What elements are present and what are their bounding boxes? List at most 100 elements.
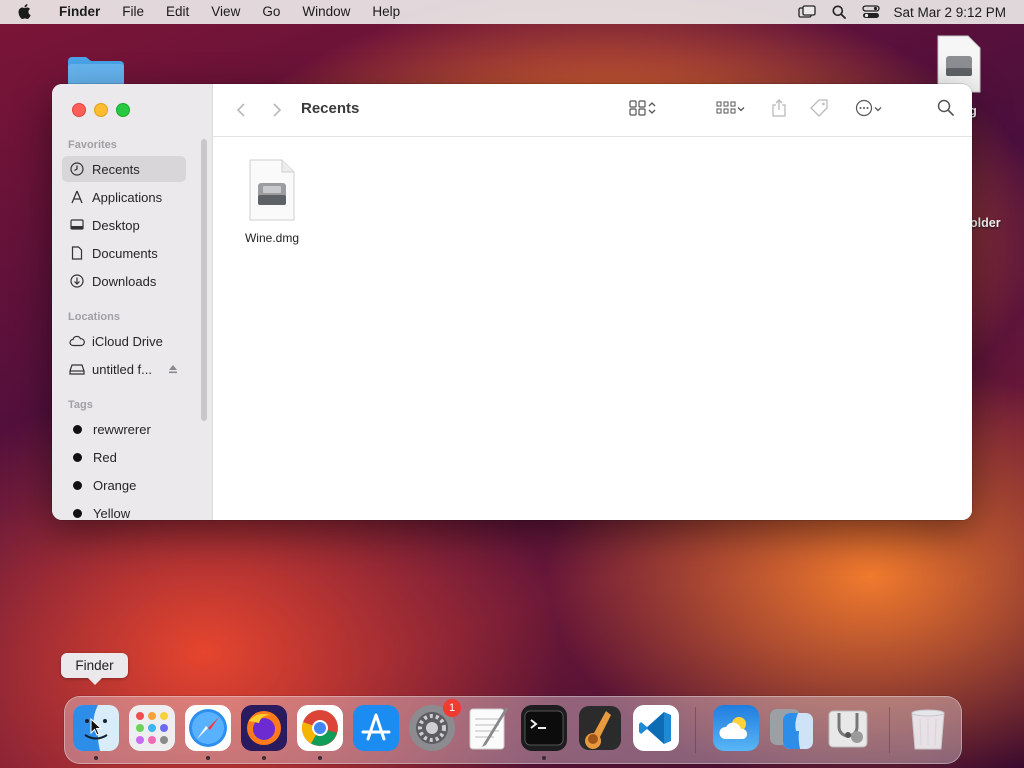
sidebar-item-downloads[interactable]: Downloads <box>62 268 186 294</box>
chevron-down-icon <box>736 101 746 119</box>
sidebar-header-tags: Tags <box>68 399 93 411</box>
ellipsis-circle-icon <box>855 99 873 122</box>
running-indicator <box>206 756 210 760</box>
vscode-icon <box>639 712 671 744</box>
menu-file[interactable]: File <box>111 0 155 24</box>
sidebar-item-label: Downloads <box>92 273 157 289</box>
grid-view-icon <box>629 99 647 121</box>
chevron-down-icon <box>873 101 883 119</box>
minimize-button[interactable] <box>94 103 108 117</box>
running-indicator <box>94 756 98 760</box>
more-actions-button[interactable] <box>849 99 889 122</box>
dock-app-garageband[interactable] <box>577 705 623 751</box>
eject-icon[interactable] <box>168 362 178 377</box>
window-title: Recents <box>301 100 360 117</box>
tag-color-dot <box>73 480 82 490</box>
tag-button[interactable] <box>808 98 830 120</box>
close-button[interactable] <box>72 103 86 117</box>
menu-window[interactable]: Window <box>291 0 361 24</box>
safari-icon <box>189 709 227 747</box>
share-icon <box>771 98 787 122</box>
control-center-icon[interactable] <box>861 4 881 20</box>
menu-bar: Finder File Edit View Go Window Help Sat… <box>0 0 1024 24</box>
desktop-icon <box>69 217 85 233</box>
file-item[interactable]: Wine.dmg <box>241 159 303 245</box>
file-browser-content: Wine.dmg <box>213 137 972 520</box>
disk-utility-icon <box>828 710 868 748</box>
sidebar-item-applications[interactable]: Applications <box>62 184 186 210</box>
sidebar-item-label: Applications <box>92 189 163 205</box>
dock-app-migration-assistant[interactable] <box>769 705 815 751</box>
sidebar-item-label: Desktop <box>92 217 140 233</box>
sidebar-item-untitled-drive[interactable]: untitled f... <box>62 356 186 382</box>
dock-app-chrome[interactable] <box>297 705 343 751</box>
dock-app-system-settings[interactable]: 1 <box>409 699 461 751</box>
dock-app-weather[interactable] <box>713 705 759 751</box>
sidebar-item-desktop[interactable]: Desktop <box>62 212 186 238</box>
sidebar-item-label: rewwrerer <box>93 421 151 437</box>
dock-app-terminal[interactable] <box>521 705 567 751</box>
group-by-button[interactable] <box>711 100 751 120</box>
textedit-icon <box>469 707 508 750</box>
zoom-button[interactable] <box>116 103 130 117</box>
sidebar-item-icloud-drive[interactable]: iCloud Drive <box>62 328 186 354</box>
dock-separator <box>889 707 890 753</box>
spotlight-search-icon[interactable] <box>829 4 849 20</box>
sidebar-item-label: Yellow <box>93 505 131 521</box>
sidebar-item-label: Documents <box>92 245 158 261</box>
dock-app-launchpad[interactable] <box>129 705 175 751</box>
menu-edit[interactable]: Edit <box>155 0 200 24</box>
sidebar-tag-red[interactable]: Red <box>62 444 186 470</box>
dock-app-firefox[interactable] <box>241 705 287 751</box>
dock-app-app-store[interactable] <box>353 705 399 751</box>
weather-icon <box>719 717 748 739</box>
dock-app-textedit[interactable] <box>465 705 511 751</box>
sidebar-item-documents[interactable]: Documents <box>62 240 186 266</box>
view-mode-button[interactable] <box>623 99 663 121</box>
dmg-file-icon <box>248 159 296 221</box>
search-icon <box>937 99 954 121</box>
download-icon <box>69 273 85 289</box>
cloud-icon <box>69 333 85 349</box>
sidebar-scrollbar[interactable] <box>201 139 207 421</box>
clock-icon <box>69 161 85 177</box>
sidebar-item-recents[interactable]: Recents <box>62 156 186 182</box>
sidebar-tag-rewwrerer[interactable]: rewwrerer <box>62 416 186 442</box>
chevron-updown-icon <box>647 100 657 121</box>
search-button[interactable] <box>935 99 955 121</box>
dock: 1 <box>64 696 962 764</box>
menu-view[interactable]: View <box>200 0 251 24</box>
garageband-icon <box>579 706 621 750</box>
back-button[interactable] <box>233 100 249 120</box>
dock-app-disk-utility[interactable] <box>825 705 871 751</box>
menu-app-name[interactable]: Finder <box>48 0 111 24</box>
apple-menu-icon[interactable] <box>18 4 34 20</box>
tag-color-dot <box>73 424 82 434</box>
document-icon <box>69 245 85 261</box>
screen-mirroring-icon[interactable] <box>797 4 817 20</box>
menu-clock[interactable]: Sat Mar 2 9:12 PM <box>893 5 1006 20</box>
dock-app-trash[interactable] <box>905 705 951 751</box>
share-button[interactable] <box>769 98 789 122</box>
sidebar-tag-yellow[interactable]: Yellow <box>62 500 186 520</box>
tag-color-dot <box>73 508 82 518</box>
firefox-icon <box>247 711 281 745</box>
dock-app-vscode[interactable] <box>633 705 679 751</box>
menu-help[interactable]: Help <box>361 0 411 24</box>
drive-icon <box>69 361 85 377</box>
notification-badge: 1 <box>443 699 461 717</box>
mouse-cursor-icon <box>90 718 102 736</box>
window-controls <box>72 103 130 117</box>
dock-app-safari[interactable] <box>185 705 231 751</box>
sidebar-item-label: untitled f... <box>92 361 152 377</box>
sidebar-item-label: Orange <box>93 477 137 493</box>
sidebar-tag-orange[interactable]: Orange <box>62 472 186 498</box>
trash-icon <box>911 709 945 750</box>
forward-button[interactable] <box>269 100 285 120</box>
sidebar-item-label: iCloud Drive <box>92 333 163 349</box>
running-indicator <box>262 756 266 760</box>
sidebar-header-locations: Locations <box>68 311 120 323</box>
launchpad-icon <box>136 712 168 744</box>
desktop-folder-label: older <box>970 216 1001 230</box>
menu-go[interactable]: Go <box>251 0 291 24</box>
